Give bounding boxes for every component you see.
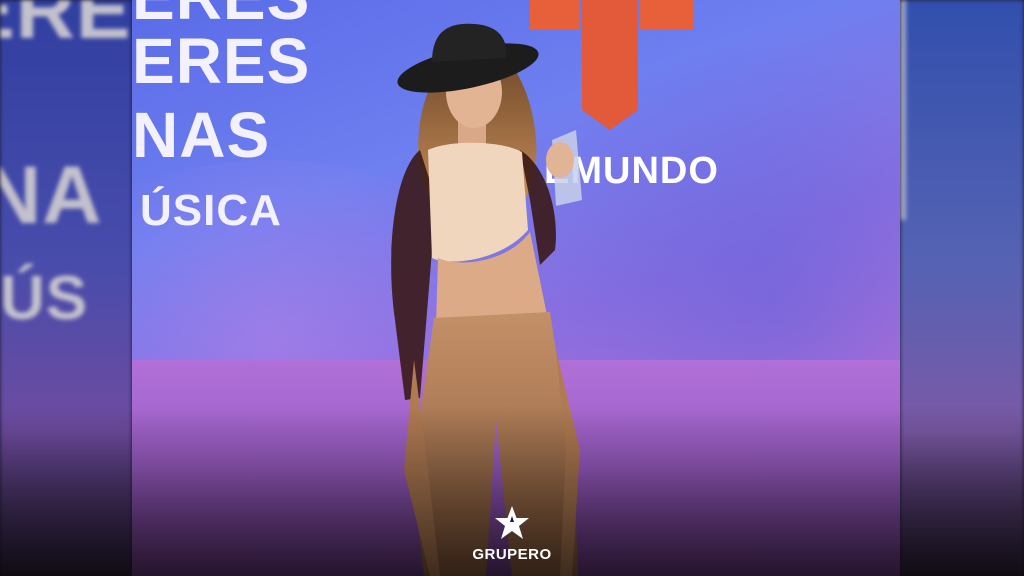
- network-logo-icon: [530, 0, 694, 130]
- backdrop-text-1b: ERES: [132, 25, 311, 97]
- brand-name: GRUPERO: [472, 546, 552, 563]
- backdrop-text-3: ÚSICA: [140, 186, 282, 235]
- backdrop-text-left-2: NA: [0, 150, 103, 241]
- backdrop-text-left-3: ÚS: [0, 264, 89, 333]
- grupero-watermark: GRUPERO: [462, 505, 562, 563]
- backdrop-text-2: NAS: [132, 99, 271, 171]
- backdrop-text-left-1: ERE: [0, 0, 132, 56]
- network-wordmark: EMUNDO: [544, 150, 719, 192]
- star-icon: [495, 506, 529, 539]
- photo-stage: ERE NA ÚS ERES ERES NAS ÚSICA EMUNDO: [0, 0, 1024, 576]
